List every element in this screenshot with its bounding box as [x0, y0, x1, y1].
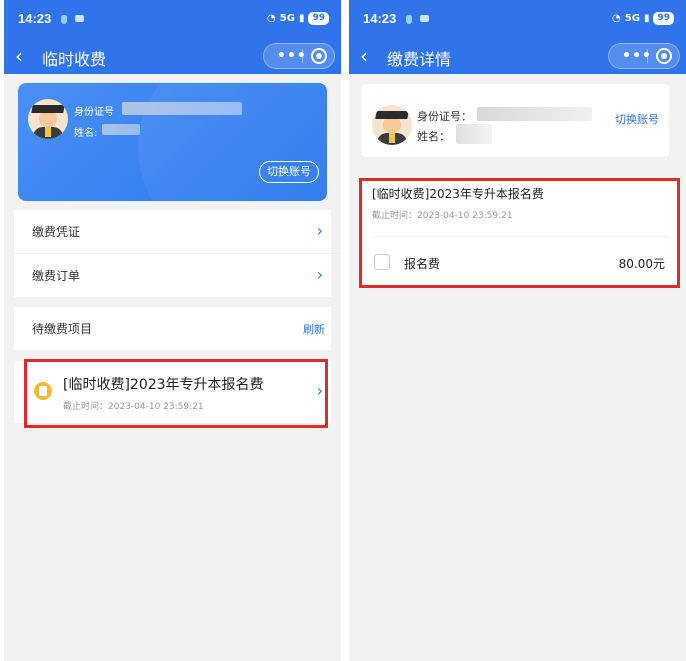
- chevron-right-icon: ›: [316, 265, 323, 284]
- alarm-icon: ◔: [267, 13, 276, 24]
- id-number-redacted: [477, 107, 592, 121]
- menu-item-label: 缴费凭证: [32, 225, 81, 239]
- status-time: 14:23: [18, 11, 52, 26]
- cell-signal-icon: ▮: [298, 13, 305, 24]
- switch-account-link[interactable]: 切换账号: [615, 111, 659, 127]
- message-icon: [420, 15, 429, 22]
- page-title: 临时收费: [42, 50, 107, 69]
- detail-divider: [372, 236, 669, 237]
- section-gap: [14, 350, 331, 361]
- miniapp-capsule: •••: [608, 43, 680, 69]
- screen-temporary-fees: 14:23 ◔ 5G ▮ 99 ‹ 临时收费 ••• 身份证号 姓名: 切换账号…: [4, 0, 341, 661]
- signal-label: 5G: [624, 13, 640, 24]
- close-miniapp-icon[interactable]: [656, 48, 672, 64]
- close-miniapp-icon[interactable]: [311, 48, 327, 64]
- menu-item-payment-voucher[interactable]: 缴费凭证 ›: [14, 210, 331, 253]
- name-redacted: [456, 124, 492, 144]
- account-card: 身份证号： 姓名： 切换账号: [362, 84, 669, 157]
- back-icon[interactable]: ‹: [360, 44, 368, 68]
- menu-item-payment-orders[interactable]: 缴费订单 ›: [14, 254, 331, 297]
- status-icons: ◔ 5G ▮ 99: [612, 12, 674, 25]
- miniapp-capsule: •••: [263, 43, 335, 69]
- notification-icon: [406, 15, 412, 24]
- alarm-icon: ◔: [612, 13, 621, 24]
- pending-header: 待缴费项目 刷新: [14, 307, 331, 350]
- notification-icon: [61, 15, 67, 24]
- status-icons: ◔ 5G ▮ 99: [267, 12, 329, 25]
- fee-item-name: 报名费: [404, 257, 441, 271]
- page-title: 缴费详情: [387, 50, 452, 69]
- nav-bar: ‹ 缴费详情 •••: [349, 40, 686, 74]
- id-number-label: 身份证号：: [417, 110, 472, 123]
- name-label: 姓名：: [417, 130, 450, 143]
- status-time: 14:23: [363, 11, 397, 26]
- nav-bar: ‹ 临时收费 •••: [4, 40, 341, 74]
- id-number-label: 身份证号: [74, 107, 114, 118]
- pending-header-title: 待缴费项目: [32, 322, 93, 336]
- avatar: [372, 105, 412, 145]
- account-card: 身份证号 姓名: 切换账号: [18, 83, 327, 201]
- screen-payment-details: 14:23 ◔ 5G ▮ 99 ‹ 缴费详情 ••• 身份证号： 姓名： 切换账…: [349, 0, 686, 661]
- pending-fee-item[interactable]: [临时收费]2023年专升本报名费 截止时间：2023-04-10 23:59:…: [14, 361, 331, 423]
- pending-fee-deadline: 截止时间：2023-04-10 23:59:21: [63, 402, 204, 412]
- fee-checkbox[interactable]: [374, 254, 390, 270]
- fee-title: [临时收费]2023年专升本报名费: [372, 187, 544, 201]
- status-bar: 14:23 ◔ 5G ▮ 99: [4, 0, 341, 40]
- pending-fee-title: [临时收费]2023年专升本报名费: [63, 377, 264, 393]
- card-decoration: [138, 83, 327, 201]
- chevron-right-icon: ›: [316, 221, 323, 240]
- switch-account-button[interactable]: 切换账号: [259, 161, 319, 183]
- capsule-divider: [302, 49, 303, 63]
- message-icon: [75, 15, 84, 22]
- id-number-redacted: [122, 102, 242, 115]
- name-redacted: [102, 124, 140, 135]
- status-bar: 14:23 ◔ 5G ▮ 99: [349, 0, 686, 40]
- bill-icon: [34, 382, 52, 400]
- cell-signal-icon: ▮: [643, 13, 650, 24]
- menu-item-label: 缴费订单: [32, 269, 81, 283]
- signal-label: 5G: [279, 13, 295, 24]
- refresh-button[interactable]: 刷新: [303, 321, 325, 337]
- capsule-divider: [647, 49, 648, 63]
- chevron-right-icon: ›: [316, 381, 323, 400]
- fee-item-amount: 80.00元: [618, 257, 665, 271]
- fee-detail-card: [临时收费]2023年专升本报名费 截止时间：2023-04-10 23:59:…: [362, 176, 679, 288]
- battery-icon: 99: [308, 12, 329, 25]
- battery-icon: 99: [653, 12, 674, 25]
- fee-deadline: 截止时间：2023-04-10 23:59:21: [372, 211, 513, 221]
- name-label: 姓名:: [74, 128, 98, 139]
- back-icon[interactable]: ‹: [15, 44, 23, 68]
- avatar: [28, 99, 68, 139]
